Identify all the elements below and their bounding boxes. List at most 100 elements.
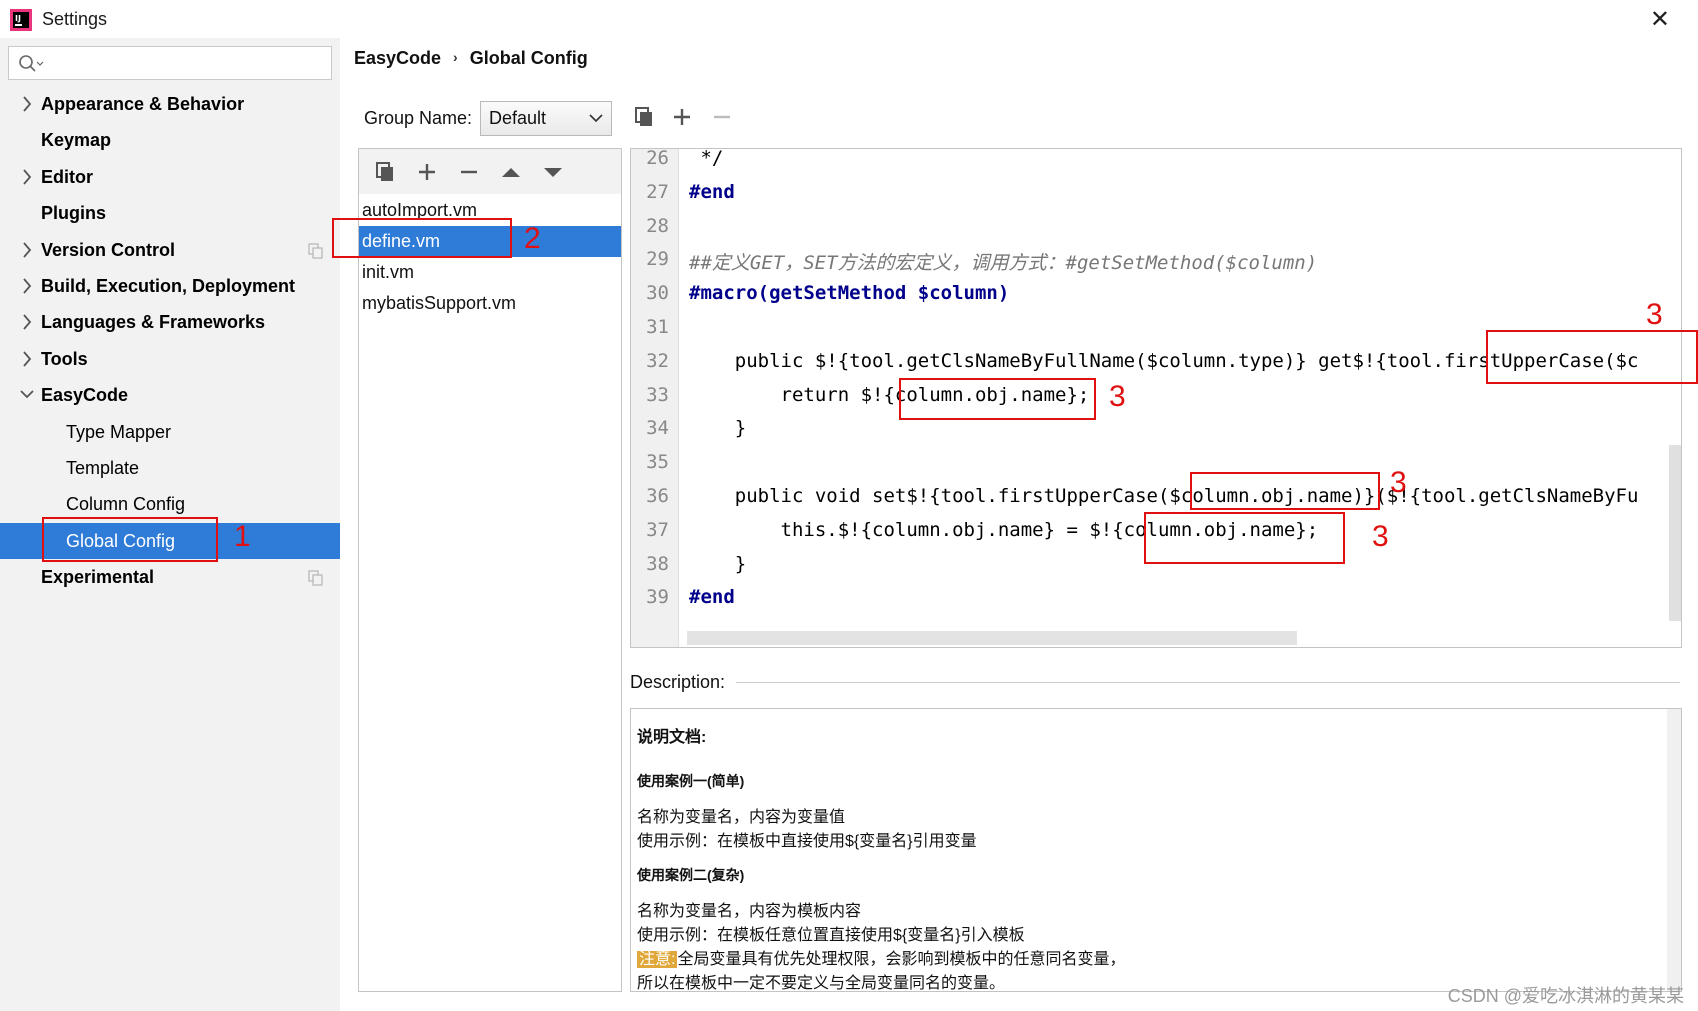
group-name-select[interactable]: Default — [480, 101, 612, 136]
case2-title: 使用案例二(复杂) — [637, 867, 745, 883]
annotation-box-global-config — [42, 517, 218, 562]
code-line: public void set$!{tool.firstUpperCase($c… — [689, 485, 1639, 507]
code-line: #end — [689, 586, 735, 609]
horizontal-scrollbar[interactable] — [687, 631, 1297, 645]
line-number: 39 — [646, 586, 669, 609]
sidebar-item[interactable]: Type Mapper — [0, 414, 340, 450]
sidebar-item[interactable]: Build, Execution, Deployment — [0, 268, 340, 304]
breadcrumb-separator-icon: › — [453, 49, 458, 65]
file-toolbar — [359, 149, 621, 194]
sidebar-item-label: Plugins — [41, 203, 107, 224]
sidebar-item[interactable]: EasyCode — [0, 377, 340, 413]
chevron-right-icon[interactable] — [20, 341, 34, 377]
sidebar-item[interactable]: Keymap — [0, 122, 340, 158]
case1-line2: 使用示例：在模板中直接使用${变量名}引用变量 — [637, 833, 977, 850]
sidebar-item-label: Languages & Frameworks — [41, 312, 266, 333]
line-number: 26 — [646, 148, 669, 169]
annotation-number: 3 — [1390, 466, 1407, 499]
description-heading: 说明文档: — [637, 729, 707, 746]
code-line: #macro(getSetMethod $column) — [689, 282, 1010, 305]
group-name-label: Group Name: — [364, 108, 473, 128]
sidebar-item[interactable]: Experimental — [0, 559, 340, 595]
project-level-icon — [308, 242, 323, 259]
move-down-icon[interactable] — [541, 160, 565, 184]
close-icon[interactable]: ✕ — [1650, 5, 1670, 34]
sidebar-item-label: EasyCode — [41, 385, 129, 406]
vertical-scrollbar[interactable] — [1669, 445, 1681, 621]
annotation-number: 3 — [1109, 380, 1126, 413]
line-number: 32 — [646, 349, 669, 372]
sidebar-item[interactable]: Version Control — [0, 232, 340, 268]
sidebar-item-label: Tools — [41, 348, 88, 369]
breadcrumb-current: Global Config — [469, 48, 588, 68]
annotation-number: 2 — [524, 222, 541, 255]
line-number: 35 — [646, 451, 669, 474]
annotation-number: 3 — [1372, 520, 1389, 553]
sidebar-item[interactable]: Template — [0, 450, 340, 486]
description-label: Description: — [630, 672, 726, 692]
search-input[interactable] — [8, 46, 332, 80]
annotation-box-first-upper — [1486, 330, 1698, 384]
description-scrollbar[interactable] — [1667, 709, 1681, 991]
line-number: 28 — [646, 214, 669, 237]
watermark: CSDN @爱吃冰淇淋的黄某某 — [1447, 986, 1684, 1006]
sidebar-item[interactable]: Plugins — [0, 195, 340, 231]
case1-line1: 名称为变量名，内容为变量值 — [637, 809, 846, 826]
sidebar-item-label: Appearance & Behavior — [41, 94, 245, 114]
chevron-right-icon[interactable] — [20, 86, 34, 122]
remove-group-icon[interactable] — [710, 105, 734, 129]
annotation-box-setter-name — [1190, 472, 1380, 510]
sidebar-item-label: Version Control — [41, 239, 176, 260]
annotation-box-define-vm — [332, 218, 512, 258]
chevron-right-icon[interactable] — [20, 232, 34, 268]
search-icon — [19, 55, 44, 72]
description-panel: 说明文档: 使用案例一(简单) 名称为变量名，内容为变量值 使用示例：在模板中直… — [630, 708, 1682, 992]
window-title: Settings — [42, 9, 108, 29]
file-list-item[interactable]: init.vm — [359, 257, 621, 288]
sidebar-item[interactable]: Tools — [0, 341, 340, 377]
line-number: 37 — [646, 518, 669, 541]
line-number: 31 — [646, 316, 669, 338]
code-line: */ — [689, 148, 724, 169]
add-group-icon[interactable] — [670, 105, 694, 129]
sidebar-item[interactable]: Editor — [0, 159, 340, 195]
chevron-down-icon[interactable] — [20, 377, 34, 413]
breadcrumb-root[interactable]: EasyCode — [354, 48, 441, 68]
code-editor[interactable]: 26 27 28 29 30 31 32 33 34 35 36 37 38 39 */#end ##定义G… — [630, 148, 1682, 648]
chevron-right-icon[interactable] — [20, 159, 34, 195]
copy-file-icon[interactable] — [373, 160, 397, 184]
svg-text:IJ: IJ — [15, 14, 21, 23]
line-number: 34 — [646, 417, 669, 440]
sidebar-item-label: Type Mapper — [66, 421, 172, 442]
case1-title: 使用案例一(简单) — [637, 773, 745, 789]
remove-file-icon[interactable] — [457, 160, 481, 184]
note-tag: 注意: — [637, 951, 678, 968]
line-number: 27 — [646, 180, 669, 203]
chevron-right-icon[interactable] — [20, 304, 34, 340]
chevron-right-icon[interactable] — [20, 268, 34, 304]
breadcrumb: EasyCode › Global Config — [354, 48, 588, 69]
copy-group-icon[interactable] — [632, 105, 656, 129]
project-level-icon — [308, 570, 323, 586]
sidebar-item[interactable]: Appearance & Behavior — [0, 86, 340, 122]
move-up-icon[interactable] — [499, 160, 523, 184]
intellij-app-icon: IJ — [10, 9, 32, 31]
annotation-box-assign-name — [1144, 512, 1345, 564]
add-file-icon[interactable] — [415, 160, 439, 184]
note-warning: 所以在模板中一定不要定义与全局变量同名的变量。 — [637, 975, 1006, 992]
note-text: 全局变量具有优先处理权限，会影响到模板中的任意同名变量， — [677, 951, 1126, 968]
sidebar-item-label: Experimental — [41, 567, 155, 588]
case2-line2: 使用示例：在模板任意位置直接使用${变量名}引入模板 — [637, 927, 1025, 944]
sidebar-item-label: Editor — [41, 166, 93, 187]
line-number: 38 — [646, 552, 669, 575]
annotation-number: 3 — [1646, 298, 1663, 331]
file-list-item[interactable]: mybatisSupport.vm — [359, 288, 621, 319]
line-number-gutter: 26 27 28 29 30 31 32 33 34 35 36 37 38 39 — [631, 149, 679, 647]
template-file-panel: autoImport.vm define.vm init.vm mybatisSupp… — [358, 148, 622, 992]
annotation-number: 1 — [234, 520, 251, 553]
sidebar-item-label: Keymap — [41, 130, 112, 151]
sidebar-item[interactable]: Languages & Frameworks — [0, 304, 340, 340]
line-number: 29 — [646, 248, 669, 271]
sidebar-item-label: Template — [66, 457, 140, 478]
note-line: 注意: 全局变量具有优先处理权限，会影响到模板中的任意同名变量， — [637, 945, 1125, 969]
